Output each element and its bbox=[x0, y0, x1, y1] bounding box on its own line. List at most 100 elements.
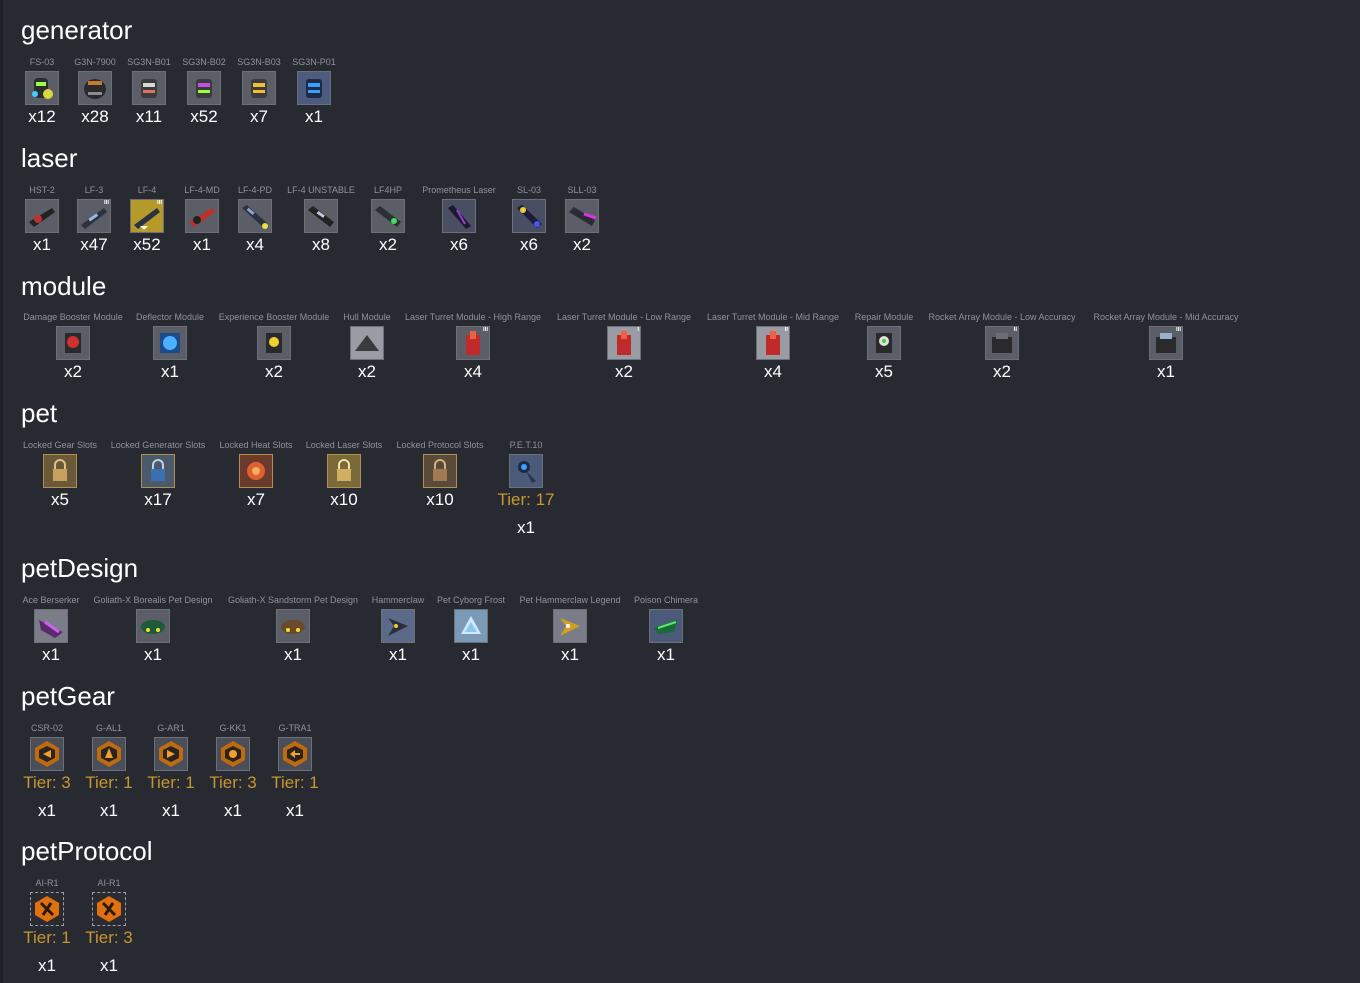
inventory-item[interactable]: AI-R1 Tier: 1 x1 bbox=[21, 878, 73, 976]
inventory-item[interactable]: SL-03 x6 bbox=[508, 185, 550, 255]
inventory-item[interactable]: Deflector Module x1 bbox=[133, 312, 207, 382]
item-name: Locked Heat Slots bbox=[219, 440, 293, 450]
inventory-item[interactable]: G-TRA1 Tier: 1 x1 bbox=[269, 723, 321, 821]
item-count: x1 bbox=[100, 956, 118, 975]
module-icon bbox=[153, 326, 187, 360]
item-name: G-AR1 bbox=[157, 723, 185, 733]
inventory-item[interactable]: Damage Booster Module x2 bbox=[21, 312, 125, 382]
pet-design-icon bbox=[136, 609, 170, 643]
item-count: x47 bbox=[80, 235, 108, 254]
item-count: x2 bbox=[358, 362, 376, 381]
inventory-item[interactable]: Laser Turret Module - Mid Range II x4 bbox=[703, 312, 843, 382]
generator-icon bbox=[297, 71, 331, 105]
section-pet: pet Locked Gear Slots x5 Locked Generato… bbox=[21, 398, 1321, 543]
item-count: x11 bbox=[135, 107, 163, 126]
module-icon: II bbox=[756, 326, 790, 360]
generator-icon bbox=[78, 71, 112, 105]
inventory-item[interactable]: Poison Chimera x1 bbox=[632, 595, 700, 665]
inventory-item[interactable]: SG3N-B01 x11 bbox=[126, 57, 172, 127]
inventory-item[interactable]: LF4HP x2 bbox=[367, 185, 409, 255]
item-name: Rocket Array Module - Mid Accuracy bbox=[1093, 312, 1239, 322]
inventory-item[interactable]: SG3N-P01 x1 bbox=[291, 57, 337, 127]
inventory-item[interactable]: AI-R1 Tier: 3 x1 bbox=[83, 878, 135, 976]
inventory-item[interactable]: Goliath-X Sandstorm Pet Design x1 bbox=[225, 595, 361, 665]
inventory-item[interactable]: SLL-03 x2 bbox=[561, 185, 603, 255]
inventory-item[interactable]: Rocket Array Module - Mid Accuracy III x… bbox=[1089, 312, 1243, 382]
inventory-item[interactable]: Ace Berserker x1 bbox=[21, 595, 81, 665]
rank-badge: III bbox=[156, 200, 162, 206]
inventory-item[interactable]: Pet Cyborg Frost x1 bbox=[435, 595, 507, 665]
pet-design-icon bbox=[649, 609, 683, 643]
inventory-item[interactable]: Pet Hammerclaw Legend x1 bbox=[517, 595, 623, 665]
item-name: HST-2 bbox=[29, 185, 55, 195]
inventory-item[interactable]: SG3N-B03 x7 bbox=[236, 57, 282, 127]
inventory-item[interactable]: Locked Heat Slots x7 bbox=[217, 440, 295, 510]
lock-icon bbox=[239, 454, 273, 488]
pet-design-icon bbox=[454, 609, 488, 643]
module-icon bbox=[350, 326, 384, 360]
rank-badge: III bbox=[103, 200, 109, 206]
inventory-item[interactable]: Locked Laser Slots x10 bbox=[304, 440, 384, 510]
item-name: Locked Laser Slots bbox=[305, 440, 383, 450]
item-count: x1 bbox=[100, 801, 118, 820]
inventory-item[interactable]: Laser Turret Module - Low Range I x2 bbox=[553, 312, 695, 382]
generator-icon bbox=[25, 71, 59, 105]
generator-icon bbox=[242, 71, 276, 105]
inventory-item[interactable]: G-AL1 Tier: 1 x1 bbox=[83, 723, 135, 821]
item-count: x52 bbox=[190, 107, 218, 126]
item-count: x1 bbox=[462, 645, 480, 664]
inventory-item[interactable]: FS-03 x12 bbox=[21, 57, 63, 127]
inventory-item[interactable]: G-KK1 Tier: 3 x1 bbox=[207, 723, 259, 821]
item-count: x1 bbox=[162, 801, 180, 820]
inventory-item[interactable]: Prometheus Laser x6 bbox=[419, 185, 499, 255]
item-tier: Tier: 3 bbox=[23, 773, 71, 792]
item-count: x10 bbox=[426, 490, 454, 509]
inventory-item[interactable]: Locked Gear Slots x5 bbox=[21, 440, 99, 510]
inventory-item[interactable]: LF-4 UNSTABLE x8 bbox=[283, 185, 359, 255]
inventory-item[interactable]: Hammerclaw x1 bbox=[370, 595, 426, 665]
item-count: x1 bbox=[517, 518, 535, 537]
lock-icon bbox=[43, 454, 77, 488]
inventory-item[interactable]: Goliath-X Borealis Pet Design x1 bbox=[91, 595, 215, 665]
inventory-item[interactable]: G-AR1 Tier: 1 x1 bbox=[145, 723, 197, 821]
inventory-item[interactable]: LF-4-MD x1 bbox=[181, 185, 223, 255]
inventory-item[interactable]: Rocket Array Module - Low Accuracy II x2 bbox=[924, 312, 1080, 382]
inventory-item[interactable]: Repair Module x5 bbox=[851, 312, 917, 382]
item-count: x1 bbox=[38, 956, 56, 975]
item-name: Prometheus Laser bbox=[422, 185, 496, 195]
item-count: x5 bbox=[875, 362, 893, 381]
section-title: module bbox=[21, 271, 107, 301]
item-name: SG3N-P01 bbox=[292, 57, 336, 67]
rank-badge: II bbox=[1013, 327, 1017, 333]
rank-badge: III bbox=[1175, 327, 1181, 333]
item-tier: Tier: 3 bbox=[209, 773, 257, 792]
inventory-item[interactable]: Locked Generator Slots x17 bbox=[108, 440, 208, 510]
inventory-item[interactable]: LF-4 III x52 bbox=[126, 185, 168, 255]
inventory-item[interactable]: Locked Protocol Slots x10 bbox=[393, 440, 487, 510]
item-name: G-AL1 bbox=[95, 723, 122, 733]
inventory-item[interactable]: SG3N-B02 x52 bbox=[181, 57, 227, 127]
item-name: SG3N-B03 bbox=[237, 57, 281, 67]
item-name: G-KK1 bbox=[219, 723, 247, 733]
inventory-item[interactable]: HST-2 x1 bbox=[21, 185, 63, 255]
inventory-item[interactable]: P.E.T.10 Tier: 17 x1 bbox=[493, 440, 559, 538]
item-count: x7 bbox=[247, 490, 265, 509]
module-icon: III bbox=[1149, 326, 1183, 360]
inventory-item[interactable]: Hull Module x2 bbox=[340, 312, 394, 382]
item-name: LF4HP bbox=[373, 185, 402, 195]
inventory-item[interactable]: G3N-7900 x28 bbox=[73, 57, 117, 127]
inventory-item[interactable]: Experience Booster Module x2 bbox=[215, 312, 333, 382]
section-pet-protocol: petProtocol AI-R1 Tier: 1 x1 AI-R1 Tier:… bbox=[21, 836, 421, 981]
item-name: Pet Cyborg Frost bbox=[436, 595, 506, 605]
inventory-item[interactable]: LF-4-PD x4 bbox=[233, 185, 277, 255]
pet-design-icon bbox=[34, 609, 68, 643]
inventory-item[interactable]: CSR-02 Tier: 3 x1 bbox=[21, 723, 73, 821]
item-count: x1 bbox=[224, 801, 242, 820]
inventory-item[interactable]: Laser Turret Module - High Range III x4 bbox=[401, 312, 545, 382]
inventory-page: generator FS-03 x12 G3N-7900 x28 SG3N-B0… bbox=[0, 0, 1360, 983]
rank-badge: I bbox=[637, 327, 639, 333]
inventory-item[interactable]: LF-3 III x47 bbox=[73, 185, 115, 255]
pet-design-icon bbox=[276, 609, 310, 643]
item-name: Hull Module bbox=[343, 312, 391, 322]
item-count: x1 bbox=[1157, 362, 1175, 381]
